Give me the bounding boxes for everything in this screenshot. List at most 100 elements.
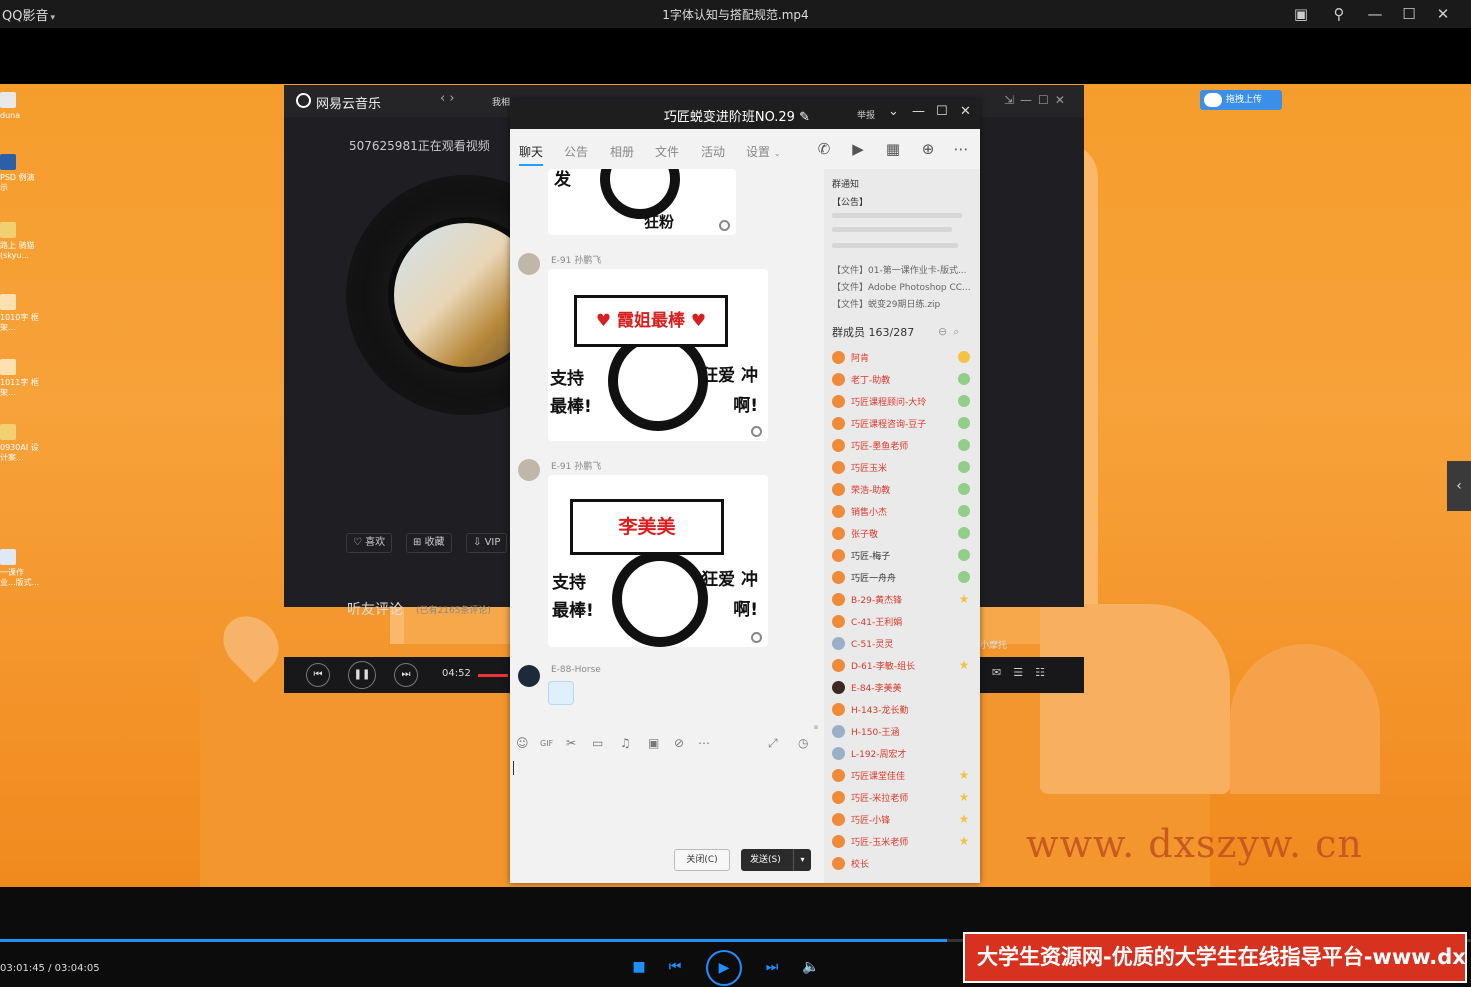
file-item[interactable]: 【文件】01-第一课作业卡-版式... <box>832 263 967 276</box>
zoom-icon[interactable] <box>719 220 730 231</box>
download-button[interactable]: ⇩ VIP <box>466 533 508 553</box>
chat-scrollbar[interactable] <box>814 725 818 729</box>
edit-icon[interactable]: ✎ <box>799 110 810 125</box>
member-row[interactable]: H-150-王涵 <box>832 721 978 741</box>
next-button[interactable]: ⏭ <box>762 959 782 975</box>
sticker-image[interactable]: 发 狂粉 <box>548 169 736 235</box>
scissors-icon[interactable]: ✂ <box>566 736 576 750</box>
member-row[interactable]: 张子敬 <box>832 523 978 543</box>
upload-chip[interactable]: 拖拽上传 <box>1200 90 1282 110</box>
sticker-image[interactable]: 李美美 支持 最棒! 狂爱 冲啊! <box>548 475 768 647</box>
tab-announcement[interactable]: 公告 <box>564 143 588 160</box>
desktop-icon[interactable]: 路上 骑猫 (skyu... <box>0 222 42 261</box>
music-nav-label[interactable]: 我相 <box>492 95 510 108</box>
member-row[interactable]: 巧匠-玉米老师 ★ <box>832 831 978 851</box>
member-row[interactable]: 巧匠玉米 <box>832 457 978 477</box>
member-row[interactable]: 巧匠课程咨询-豆子 <box>832 413 978 433</box>
desktop-icon[interactable]: 一课作 业...版式... <box>0 549 42 588</box>
phone-icon[interactable]: ✆ <box>814 139 834 159</box>
image-message[interactable] <box>548 681 574 705</box>
video-call-icon[interactable]: ▶ <box>848 139 868 159</box>
desktop-icon[interactable]: 0930AI 设计案... <box>0 424 42 463</box>
member-row[interactable]: 巧匠课堂佳佳 ★ <box>832 765 978 785</box>
music-icon[interactable]: ♫ <box>620 736 631 750</box>
like-button[interactable]: ♡ 喜欢 <box>346 533 393 553</box>
maximize-button[interactable]: ☐ <box>936 104 948 119</box>
avatar[interactable] <box>518 665 540 687</box>
member-row[interactable]: C-41-王利娟 <box>832 611 978 631</box>
member-row[interactable]: B-29-黄杰锋 ★ <box>832 589 978 609</box>
clock-icon[interactable]: ◷ <box>798 736 808 750</box>
pause-button[interactable]: ❚❚ <box>348 661 376 689</box>
tab-album[interactable]: 相册 <box>610 143 634 160</box>
pin-icon[interactable]: ⚲ <box>1326 2 1352 26</box>
member-row[interactable]: L-192-周宏才 <box>832 743 978 763</box>
emoji-icon[interactable]: ☺ <box>516 736 529 750</box>
expand-icon[interactable]: ⤢ <box>768 736 778 751</box>
side-panel-toggle[interactable]: ‹ <box>1447 461 1471 511</box>
member-row[interactable]: 巧匠-小锋 ★ <box>832 809 978 829</box>
close-button[interactable]: ✕ <box>960 104 971 119</box>
group-title[interactable]: 巧匠蜕变进阶班NO.29 ✎ <box>510 106 810 125</box>
volume-icon[interactable]: 🔈 <box>801 959 821 975</box>
member-row[interactable]: 巧匠-梅子 <box>832 545 978 565</box>
next-track-button[interactable]: ⏭ <box>394 663 418 687</box>
class-icon[interactable]: ▦ <box>883 139 903 159</box>
music-nav-arrows[interactable]: ‹ › <box>440 91 455 106</box>
member-row[interactable]: 荣浩-助教 <box>832 479 978 499</box>
member-row[interactable]: 巧匠课程顾问-大玲 <box>832 391 978 411</box>
member-row[interactable]: C-51-灵灵 <box>832 633 978 653</box>
member-row[interactable]: H-143-龙长勤 <box>832 699 978 719</box>
folder-icon[interactable]: ▭ <box>592 736 603 750</box>
report-button[interactable]: 举报 <box>857 108 875 121</box>
mute-icon[interactable]: ⊘ <box>674 736 684 750</box>
collect-button[interactable]: ⊞ 收藏 <box>406 533 452 553</box>
close-chat-button[interactable]: 关闭(C) <box>674 849 730 871</box>
music-extra-controls[interactable]: ✉☰☷ <box>992 666 1057 679</box>
gif-icon[interactable]: GIF <box>540 739 553 748</box>
member-row[interactable]: 巧匠-米拉老师 ★ <box>832 787 978 807</box>
chevron-down-icon[interactable]: ⌄ <box>888 104 899 119</box>
more-icon[interactable]: ⋯ <box>698 736 710 750</box>
file-item[interactable]: 【文件】蜕变29期日练.zip <box>832 297 940 310</box>
desktop-icon[interactable]: PSD 例演示 <box>0 154 42 193</box>
member-row[interactable]: 销售小杰 <box>832 501 978 521</box>
tab-files[interactable]: 文件 <box>655 143 679 160</box>
zoom-icon[interactable] <box>751 426 762 437</box>
music-window-controls[interactable]: ⇲—☐✕ <box>1004 93 1071 107</box>
tab-chat[interactable]: 聊天 <box>519 143 544 166</box>
member-row[interactable]: 阿肯 <box>832 347 978 367</box>
minimize-button[interactable]: — <box>912 104 925 119</box>
member-row[interactable]: E-84-李美美 <box>832 677 978 697</box>
add-icon[interactable]: ⊕ <box>918 139 938 159</box>
screenshot-icon[interactable]: ▣ <box>1288 2 1314 26</box>
send-button[interactable]: 发送(S) ▾ <box>741 849 811 871</box>
zoom-icon[interactable] <box>751 632 762 643</box>
tab-activity[interactable]: 活动 <box>701 143 725 160</box>
desktop-icon[interactable]: duna <box>0 92 42 121</box>
minimize-button[interactable]: — <box>1362 2 1388 26</box>
avatar[interactable] <box>518 459 540 481</box>
chevron-down-icon[interactable]: ▾ <box>793 849 811 871</box>
maximize-button[interactable]: ☐ <box>1396 2 1422 26</box>
notice-heading[interactable]: 群通知 <box>832 177 859 190</box>
desktop-icon[interactable]: 1011字 框架... <box>0 359 42 398</box>
tab-settings[interactable]: 设置 ⌄ <box>746 143 781 160</box>
member-row[interactable]: 老丁-助教 <box>832 369 978 389</box>
play-button[interactable]: ▶ <box>706 950 742 986</box>
file-item[interactable]: 【文件】Adobe Photoshop CC... <box>832 280 971 293</box>
member-tools[interactable]: ⊖⌕ <box>938 325 965 339</box>
message-input[interactable]: 关闭(C) 发送(S) ▾ <box>510 757 818 883</box>
member-row[interactable]: 巧匠-墨鱼老师 <box>832 435 978 455</box>
previous-button[interactable]: ⏮ <box>665 959 685 975</box>
image-icon[interactable]: ▣ <box>648 736 659 750</box>
close-button[interactable]: ✕ <box>1430 2 1456 26</box>
member-row[interactable]: 校长 <box>832 853 978 873</box>
music-progress[interactable] <box>478 674 508 677</box>
stop-button[interactable]: ■ <box>629 959 649 975</box>
more-icon[interactable]: ⋯ <box>951 139 971 159</box>
chat-message-area[interactable]: 发 狂粉 E-91 孙鹏飞 ♥ 霞姐最棒 ♥ 支持 最棒! 狂爱 冲啊! E-9… <box>510 169 818 729</box>
previous-track-button[interactable]: ⏮ <box>306 663 330 687</box>
sticker-image[interactable]: ♥ 霞姐最棒 ♥ 支持 最棒! 狂爱 冲啊! <box>548 269 768 441</box>
member-row[interactable]: D-61-李敏-组长 ★ <box>832 655 978 675</box>
